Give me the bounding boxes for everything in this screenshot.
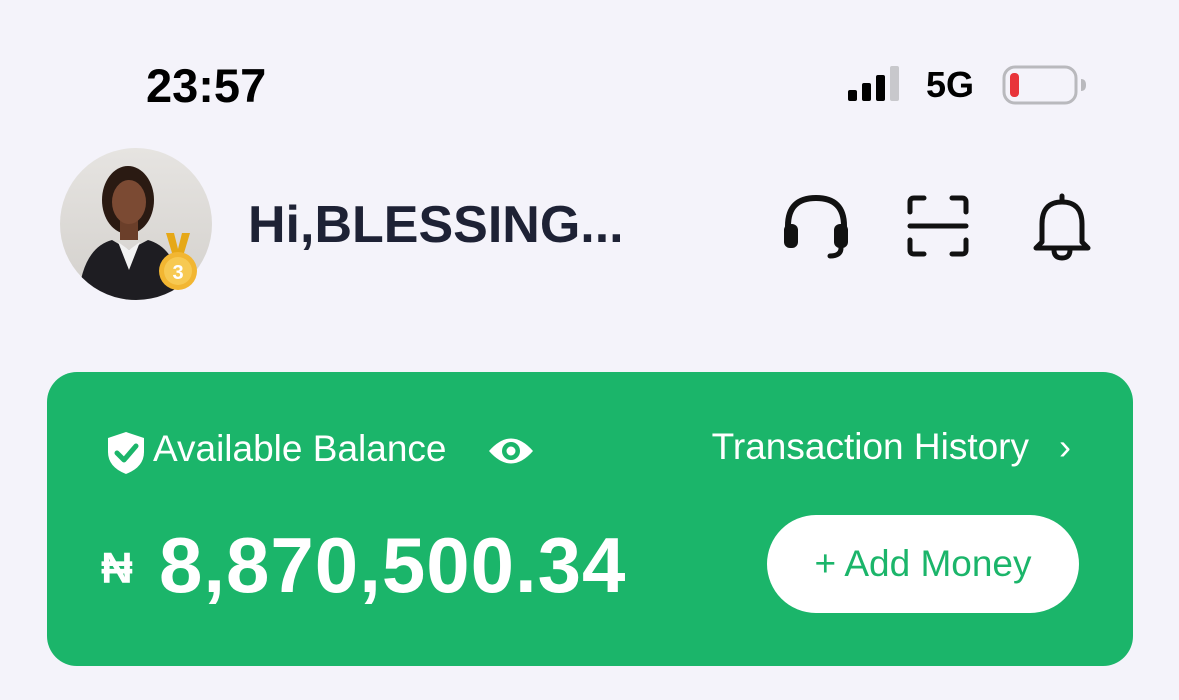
- transaction-history-label: Transaction History: [711, 426, 1029, 467]
- balance-amount: 8,870,500.34: [159, 521, 627, 609]
- currency-symbol: ₦: [101, 544, 133, 593]
- bell-icon[interactable]: [1024, 188, 1100, 264]
- shield-check-icon: [105, 430, 147, 476]
- level-badge-icon: 3: [156, 233, 200, 293]
- greeting-text: Hi,BLESSING...: [248, 196, 624, 254]
- add-money-button[interactable]: + Add Money: [767, 515, 1079, 613]
- status-time: 23:57: [146, 59, 267, 112]
- eye-icon[interactable]: [487, 432, 535, 470]
- scan-icon[interactable]: [900, 188, 976, 264]
- balance-card: Available Balance Transaction History › …: [47, 372, 1133, 666]
- available-balance-label: Available Balance: [153, 428, 447, 469]
- battery-icon: [1002, 64, 1088, 106]
- headset-icon[interactable]: [778, 188, 854, 264]
- transaction-history-link[interactable]: Transaction History ›: [712, 426, 1071, 468]
- badge-level: 3: [172, 262, 183, 284]
- chevron-right-icon: ›: [1059, 426, 1071, 467]
- network-label: 5G: [926, 64, 975, 105]
- signal-icon: [848, 66, 908, 102]
